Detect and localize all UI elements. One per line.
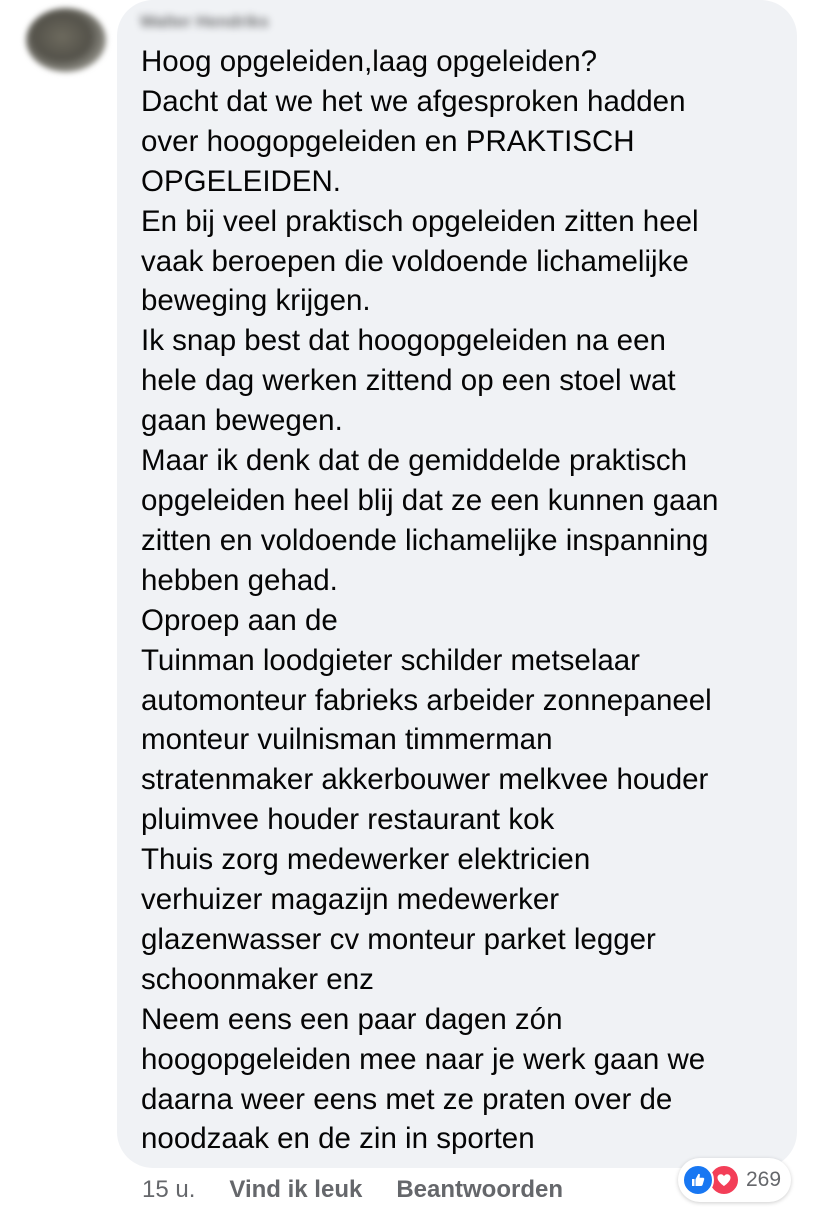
comment-author[interactable]: Walter Hendriks — [140, 12, 330, 38]
comment-timestamp[interactable]: 15 u. — [142, 1176, 195, 1204]
comment-footer: 15 u. Vind ik leuk Beantwoorden — [142, 1172, 597, 1208]
reply-button[interactable]: Beantwoorden — [396, 1176, 563, 1204]
like-button[interactable]: Vind ik leuk — [229, 1176, 362, 1204]
reaction-count: 269 — [746, 1168, 782, 1191]
reactions-summary[interactable]: 269 — [678, 1158, 792, 1202]
comment-bubble: Walter Hendriks Hoog opgeleiden,laag opg… — [117, 0, 797, 1168]
like-icon — [682, 1164, 714, 1196]
comment-body: Hoog opgeleiden,laag opgeleiden? Dacht d… — [141, 45, 719, 1156]
avatar[interactable] — [26, 8, 106, 72]
